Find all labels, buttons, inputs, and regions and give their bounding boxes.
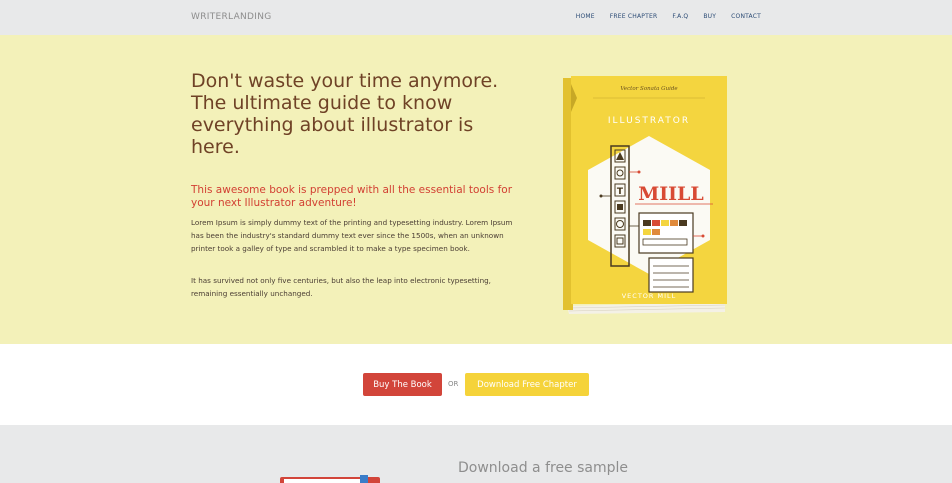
hero-headline: Don't waste your time anymore. The ultim… (191, 70, 499, 158)
book-series-text: Vector Sonata Guide (620, 86, 678, 92)
hero-section: Don't waste your time anymore. The ultim… (0, 35, 952, 344)
top-navbar: WRITERLANDING HOME FREE CHAPTER F.A.Q BU… (0, 0, 952, 35)
hero-subheading: This awesome book is prepped with all th… (191, 184, 513, 209)
site-logo[interactable]: WRITERLANDING (191, 12, 272, 22)
nav-link-faq[interactable]: F.A.Q (672, 13, 688, 20)
book-title-text: ILLUSTRATOR (608, 116, 690, 126)
cta-section: Buy The Book OR Download Free Chapter (0, 344, 952, 425)
nav-link-buy[interactable]: BUY (703, 13, 716, 20)
svg-text:T: T (617, 187, 624, 197)
buy-book-button[interactable]: Buy The Book (363, 373, 442, 396)
book-cover-image: Vector Sonata Guide ILLUSTRATOR T MIILL (563, 76, 727, 314)
book-author-text: VECTOR MILL (622, 292, 677, 300)
sample-heading: Download a free sample (458, 460, 629, 476)
sample-section: Download a free sample (0, 425, 952, 483)
hero-paragraph-2: It has survived not only five centuries,… (191, 276, 491, 298)
nav-links: HOME FREE CHAPTER F.A.Q BUY CONTACT (576, 13, 761, 20)
book-logo-text: MIILL (638, 183, 704, 205)
nav-link-home[interactable]: HOME (576, 13, 595, 20)
sample-book-image (280, 475, 380, 483)
hero-paragraph-1: Lorem Ipsum is simply dummy text of the … (191, 218, 513, 253)
nav-link-free-chapter[interactable]: FREE CHAPTER (610, 13, 658, 20)
download-free-chapter-button[interactable]: Download Free Chapter (465, 373, 589, 396)
or-separator: OR (448, 380, 459, 388)
nav-link-contact[interactable]: CONTACT (731, 13, 761, 20)
